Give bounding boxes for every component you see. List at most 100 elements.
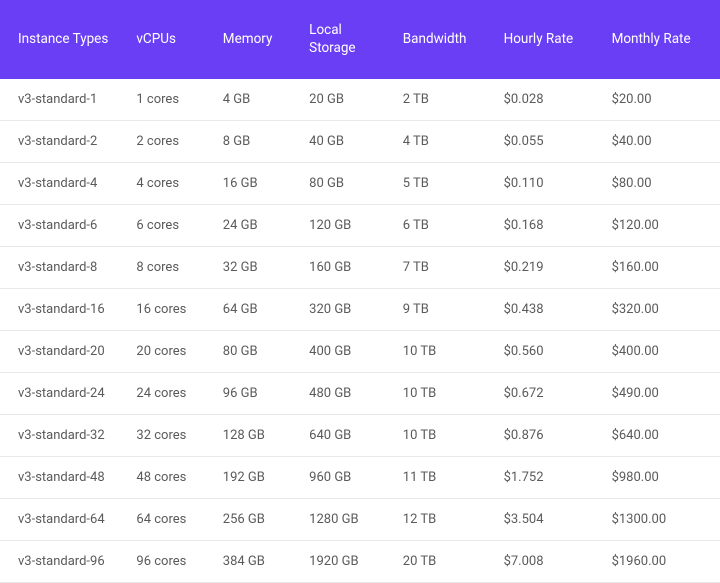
cell-monthly: $120.00 (598, 205, 720, 247)
header-storage: Local Storage (295, 0, 389, 79)
cell-monthly: $20.00 (598, 79, 720, 121)
cell-instance: v3-standard-16 (0, 289, 122, 331)
cell-instance: v3-standard-2 (0, 121, 122, 163)
cell-hourly: $0.672 (490, 373, 598, 415)
cell-storage: 40 GB (295, 121, 389, 163)
cell-memory: 384 GB (209, 541, 295, 583)
cell-memory: 24 GB (209, 205, 295, 247)
cell-storage: 320 GB (295, 289, 389, 331)
cell-storage: 1920 GB (295, 541, 389, 583)
cell-storage: 80 GB (295, 163, 389, 205)
cell-vcpus: 4 cores (122, 163, 208, 205)
table-row: v3-standard-2424 cores96 GB480 GB10 TB$0… (0, 373, 720, 415)
table-row: v3-standard-44 cores16 GB80 GB5 TB$0.110… (0, 163, 720, 205)
cell-memory: 16 GB (209, 163, 295, 205)
cell-instance: v3-standard-1 (0, 79, 122, 121)
cell-hourly: $0.168 (490, 205, 598, 247)
cell-monthly: $490.00 (598, 373, 720, 415)
cell-bandwidth: 6 TB (389, 205, 490, 247)
header-instance: Instance Types (0, 0, 122, 79)
cell-bandwidth: 10 TB (389, 415, 490, 457)
cell-storage: 400 GB (295, 331, 389, 373)
cell-memory: 96 GB (209, 373, 295, 415)
cell-vcpus: 32 cores (122, 415, 208, 457)
cell-monthly: $1960.00 (598, 541, 720, 583)
cell-bandwidth: 9 TB (389, 289, 490, 331)
cell-instance: v3-standard-6 (0, 205, 122, 247)
cell-storage: 640 GB (295, 415, 389, 457)
table-row: v3-standard-2020 cores80 GB400 GB10 TB$0… (0, 331, 720, 373)
cell-monthly: $80.00 (598, 163, 720, 205)
cell-instance: v3-standard-20 (0, 331, 122, 373)
cell-storage: 20 GB (295, 79, 389, 121)
cell-hourly: $0.560 (490, 331, 598, 373)
cell-memory: 32 GB (209, 247, 295, 289)
table-row: v3-standard-1616 cores64 GB320 GB9 TB$0.… (0, 289, 720, 331)
cell-memory: 80 GB (209, 331, 295, 373)
cell-monthly: $160.00 (598, 247, 720, 289)
header-vcpus: vCPUs (122, 0, 208, 79)
cell-hourly: $1.752 (490, 457, 598, 499)
cell-vcpus: 2 cores (122, 121, 208, 163)
table-row: v3-standard-3232 cores128 GB640 GB10 TB$… (0, 415, 720, 457)
header-bandwidth: Bandwidth (389, 0, 490, 79)
cell-vcpus: 20 cores (122, 331, 208, 373)
cell-hourly: $0.055 (490, 121, 598, 163)
cell-bandwidth: 4 TB (389, 121, 490, 163)
cell-vcpus: 16 cores (122, 289, 208, 331)
cell-vcpus: 1 cores (122, 79, 208, 121)
cell-monthly: $980.00 (598, 457, 720, 499)
cell-storage: 480 GB (295, 373, 389, 415)
cell-vcpus: 64 cores (122, 499, 208, 541)
cell-hourly: $0.219 (490, 247, 598, 289)
table-row: v3-standard-4848 cores192 GB960 GB11 TB$… (0, 457, 720, 499)
cell-hourly: $0.876 (490, 415, 598, 457)
table-row: v3-standard-22 cores8 GB40 GB4 TB$0.055$… (0, 121, 720, 163)
cell-bandwidth: 10 TB (389, 373, 490, 415)
cell-monthly: $1300.00 (598, 499, 720, 541)
cell-hourly: $0.028 (490, 79, 598, 121)
table-row: v3-standard-6464 cores256 GB1280 GB12 TB… (0, 499, 720, 541)
pricing-table: Instance Types vCPUs Memory Local Storag… (0, 0, 720, 583)
cell-instance: v3-standard-24 (0, 373, 122, 415)
table-row: v3-standard-66 cores24 GB120 GB6 TB$0.16… (0, 205, 720, 247)
cell-instance: v3-standard-64 (0, 499, 122, 541)
cell-monthly: $320.00 (598, 289, 720, 331)
table-row: v3-standard-88 cores32 GB160 GB7 TB$0.21… (0, 247, 720, 289)
cell-instance: v3-standard-48 (0, 457, 122, 499)
cell-instance: v3-standard-8 (0, 247, 122, 289)
cell-memory: 8 GB (209, 121, 295, 163)
cell-instance: v3-standard-96 (0, 541, 122, 583)
cell-hourly: $3.504 (490, 499, 598, 541)
cell-vcpus: 24 cores (122, 373, 208, 415)
cell-monthly: $40.00 (598, 121, 720, 163)
cell-bandwidth: 11 TB (389, 457, 490, 499)
cell-storage: 120 GB (295, 205, 389, 247)
cell-hourly: $0.438 (490, 289, 598, 331)
cell-instance: v3-standard-4 (0, 163, 122, 205)
table-header-row: Instance Types vCPUs Memory Local Storag… (0, 0, 720, 79)
cell-vcpus: 8 cores (122, 247, 208, 289)
cell-bandwidth: 7 TB (389, 247, 490, 289)
cell-storage: 1280 GB (295, 499, 389, 541)
table-row: v3-standard-11 cores4 GB20 GB2 TB$0.028$… (0, 79, 720, 121)
cell-bandwidth: 5 TB (389, 163, 490, 205)
cell-bandwidth: 12 TB (389, 499, 490, 541)
cell-hourly: $0.110 (490, 163, 598, 205)
cell-storage: 960 GB (295, 457, 389, 499)
table-body: v3-standard-11 cores4 GB20 GB2 TB$0.028$… (0, 79, 720, 583)
cell-memory: 128 GB (209, 415, 295, 457)
cell-storage: 160 GB (295, 247, 389, 289)
header-memory: Memory (209, 0, 295, 79)
cell-vcpus: 96 cores (122, 541, 208, 583)
cell-memory: 192 GB (209, 457, 295, 499)
cell-bandwidth: 10 TB (389, 331, 490, 373)
cell-bandwidth: 20 TB (389, 541, 490, 583)
cell-monthly: $400.00 (598, 331, 720, 373)
cell-memory: 256 GB (209, 499, 295, 541)
cell-monthly: $640.00 (598, 415, 720, 457)
cell-memory: 64 GB (209, 289, 295, 331)
cell-bandwidth: 2 TB (389, 79, 490, 121)
cell-hourly: $7.008 (490, 541, 598, 583)
cell-instance: v3-standard-32 (0, 415, 122, 457)
